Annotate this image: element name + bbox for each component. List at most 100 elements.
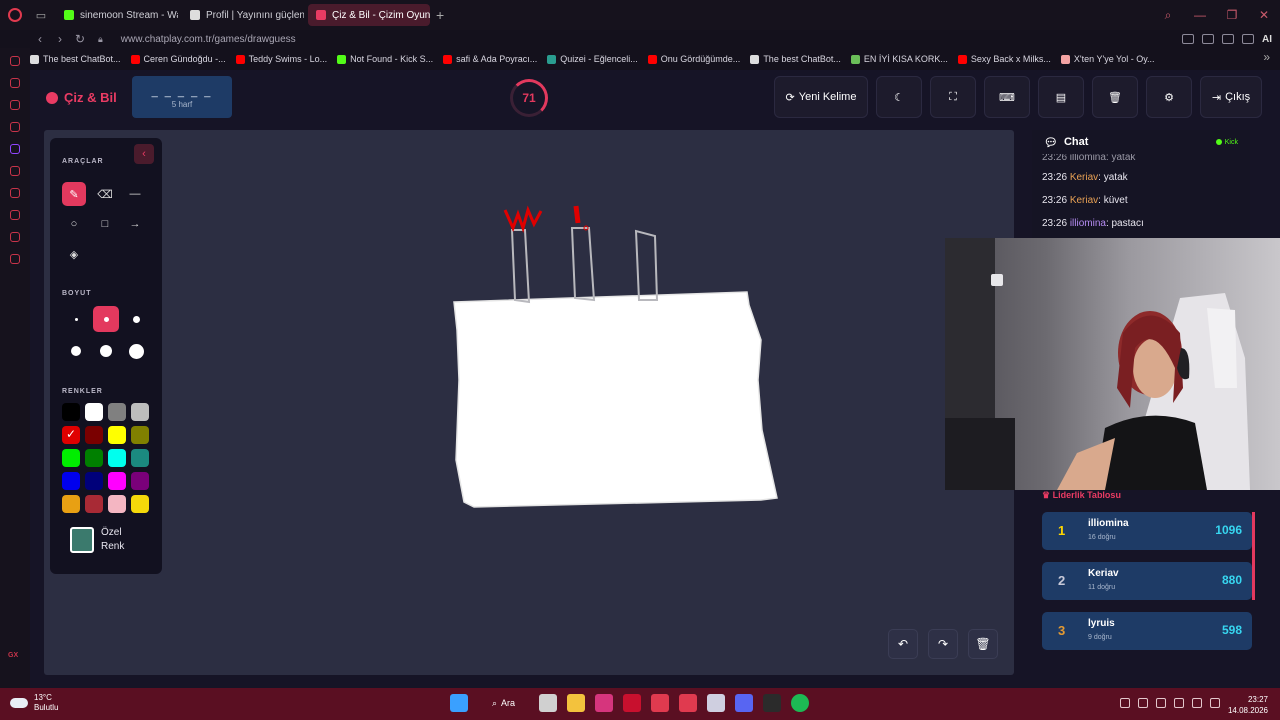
- vk-icon[interactable]: [10, 122, 20, 132]
- bookmark-icon[interactable]: [1202, 34, 1214, 44]
- color-swatch[interactable]: [62, 449, 80, 467]
- color-swatch[interactable]: [62, 495, 80, 513]
- color-swatch[interactable]: [131, 449, 149, 467]
- custom-color-swatch[interactable]: [70, 527, 94, 553]
- color-swatch[interactable]: [108, 472, 126, 490]
- color-swatch[interactable]: [131, 495, 149, 513]
- bag-icon[interactable]: [10, 78, 20, 88]
- weather-widget[interactable]: 13°C Bulutlu: [10, 693, 58, 713]
- color-swatch[interactable]: [108, 403, 126, 421]
- file-explorer-icon[interactable]: [567, 694, 586, 712]
- new-word-button[interactable]: ⟳ Yeni Kelime: [774, 76, 868, 118]
- collapse-panel-button[interactable]: ‹: [134, 144, 154, 164]
- bookmark-item[interactable]: Onu Gördüğümde...: [647, 54, 740, 64]
- redo-button[interactable]: ↷: [928, 629, 958, 659]
- messenger-icon[interactable]: [10, 100, 20, 110]
- bookmarks-more-button[interactable]: »: [1263, 50, 1270, 64]
- circle-tool-button[interactable]: ○: [62, 212, 86, 236]
- bookmark-item[interactable]: safi & Ada Poyracı...: [443, 54, 537, 64]
- size-xl-button[interactable]: [93, 338, 119, 364]
- taskbar-search[interactable]: ⌕ Ara: [478, 698, 529, 709]
- obs-icon[interactable]: [763, 694, 782, 712]
- minimize-button[interactable]: —: [1184, 8, 1216, 22]
- size-xs-button[interactable]: [63, 306, 89, 332]
- tab-menu-icon[interactable]: ▭: [30, 4, 52, 26]
- keyboard-button[interactable]: ⌨: [984, 76, 1030, 118]
- color-swatch[interactable]: [108, 449, 126, 467]
- rectangle-tool-button[interactable]: □: [93, 212, 117, 236]
- clear-canvas-button[interactable]: 🗑︎: [968, 629, 998, 659]
- restore-button[interactable]: ❐: [1216, 8, 1248, 22]
- brush-tool-button[interactable]: ✎: [62, 182, 86, 206]
- leaderboard-scrollbar[interactable]: [1252, 512, 1255, 600]
- drawing-board[interactable]: [44, 130, 1014, 675]
- forward-icon[interactable]: ›: [50, 32, 70, 46]
- bookmark-item[interactable]: X'ten Y'ye Yol - Oy...: [1060, 54, 1155, 64]
- dark-mode-button[interactable]: ☾: [876, 76, 922, 118]
- bookmark-item[interactable]: The best ChatBot...: [750, 54, 841, 64]
- close-button[interactable]: ✕: [1248, 8, 1280, 22]
- back-icon[interactable]: ‹: [30, 32, 50, 46]
- extension-icon[interactable]: [1182, 34, 1194, 44]
- settings-button[interactable]: ⚙: [1146, 76, 1192, 118]
- color-swatch[interactable]: [85, 426, 103, 444]
- new-tab-button[interactable]: +: [436, 7, 444, 23]
- tab-kick[interactable]: sinemoon Stream - Wat: [56, 4, 178, 26]
- task-view-icon[interactable]: [539, 694, 558, 712]
- color-swatch[interactable]: [85, 495, 103, 513]
- color-swatch[interactable]: [62, 403, 80, 421]
- spotify-icon[interactable]: [791, 694, 810, 712]
- color-swatch[interactable]: [85, 449, 103, 467]
- network-icon[interactable]: [1192, 698, 1202, 708]
- drawing-canvas[interactable]: ARAÇLAR ‹ ✎ ⌫ — ○ □ → ◈ BOYUT RENKLER Öz…: [44, 130, 1014, 675]
- color-swatch[interactable]: [131, 472, 149, 490]
- bookmark-item[interactable]: EN İYİ KISA KORK...: [850, 54, 948, 64]
- percent-icon[interactable]: [10, 166, 20, 176]
- fill-tool-button[interactable]: ◈: [62, 242, 86, 266]
- archive-button[interactable]: ▤: [1038, 76, 1084, 118]
- netflix-icon[interactable]: [623, 694, 642, 712]
- color-swatch[interactable]: [85, 403, 103, 421]
- undo-button[interactable]: ↶: [888, 629, 918, 659]
- player-icon[interactable]: [10, 188, 20, 198]
- tab-profile[interactable]: Profil | Yayınını güçlendirme: [182, 4, 304, 26]
- fullscreen-button[interactable]: ⛶: [930, 76, 976, 118]
- bookmark-item[interactable]: Teddy Swims - Lo...: [235, 54, 327, 64]
- size-l-button[interactable]: [63, 338, 89, 364]
- reload-icon[interactable]: ↻: [70, 32, 90, 46]
- arrow-tool-button[interactable]: →: [123, 212, 147, 236]
- extensions-icon[interactable]: [10, 232, 20, 242]
- aria-icon[interactable]: [10, 56, 20, 66]
- bookmark-item[interactable]: Ceren Gündoğdu -...: [130, 54, 226, 64]
- windows-start-icon[interactable]: [450, 694, 468, 712]
- keyboard-icon[interactable]: [1156, 698, 1166, 708]
- microphone-icon[interactable]: [1138, 698, 1148, 708]
- size-m-button[interactable]: [123, 306, 149, 332]
- delete-button[interactable]: 🗑︎: [1092, 76, 1138, 118]
- url-field[interactable]: www.chatplay.com.tr/games/drawguess: [121, 34, 296, 45]
- color-swatch[interactable]: [62, 472, 80, 490]
- twitch-icon[interactable]: [10, 144, 20, 154]
- opera-icon[interactable]: [679, 694, 698, 712]
- instagram-icon[interactable]: [595, 694, 614, 712]
- color-swatch[interactable]: [108, 495, 126, 513]
- history-icon[interactable]: [10, 210, 20, 220]
- color-swatch[interactable]: [108, 426, 126, 444]
- bookmark-item[interactable]: Sexy Back x Milks...: [957, 54, 1051, 64]
- search-icon[interactable]: ⌕: [1152, 8, 1184, 23]
- opera-logo-icon[interactable]: [0, 0, 30, 30]
- exit-button[interactable]: ⇥ Çıkış: [1200, 76, 1262, 118]
- display-icon[interactable]: [1174, 698, 1184, 708]
- discord-icon[interactable]: [735, 694, 754, 712]
- volume-icon[interactable]: [1210, 698, 1220, 708]
- color-swatch[interactable]: [62, 426, 80, 444]
- bookmark-item[interactable]: The best ChatBot...: [30, 54, 121, 64]
- gx-corner-icon[interactable]: GX: [8, 652, 18, 659]
- system-clock[interactable]: 23:27 14.08.2026: [1228, 694, 1268, 716]
- size-xxl-button[interactable]: [123, 338, 149, 364]
- download-icon[interactable]: [1242, 34, 1254, 44]
- tab-drawguess[interactable]: Çiz & Bil - Çizim Oyunu: [308, 4, 430, 26]
- app-icon[interactable]: [707, 694, 726, 712]
- ai-button[interactable]: AI: [1262, 34, 1272, 45]
- settings-icon[interactable]: [10, 254, 20, 264]
